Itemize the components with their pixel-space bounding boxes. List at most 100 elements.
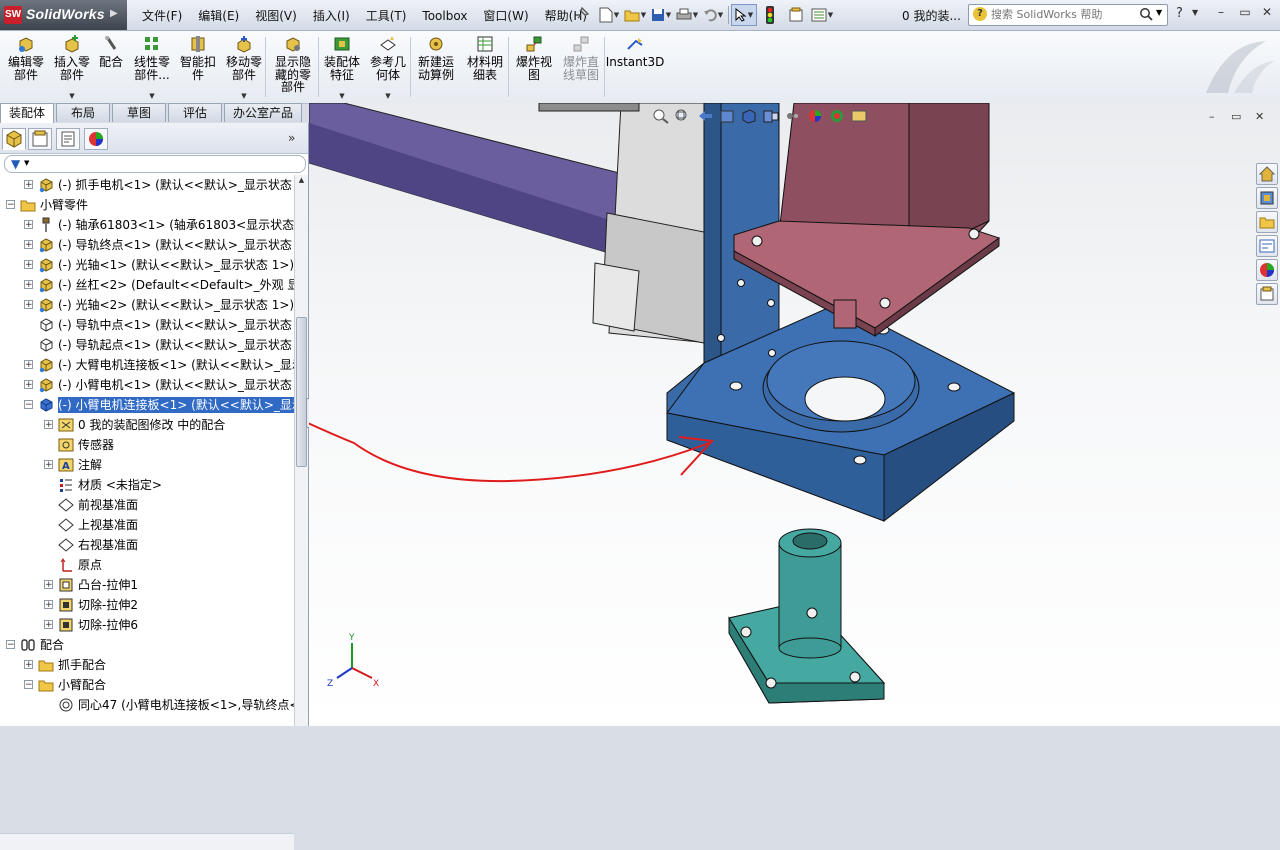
- reference-geometry-button[interactable]: 参考几 何体 ▼: [366, 33, 410, 101]
- solidworks-logo[interactable]: SW SolidWorks ▶: [0, 0, 127, 30]
- chevron-down-icon[interactable]: ▼: [69, 92, 74, 100]
- display-manager-tab[interactable]: [84, 128, 108, 150]
- help-button[interactable]: ?: [1176, 6, 1183, 21]
- collapse-icon[interactable]: −: [6, 640, 15, 650]
- appearances-tab[interactable]: [1256, 259, 1278, 281]
- chevron-down-icon[interactable]: ▼: [385, 92, 390, 100]
- tree-row[interactable]: + A 注解: [0, 455, 294, 475]
- tree-row[interactable]: − 小臂零件: [0, 195, 294, 215]
- expand-icon[interactable]: +: [24, 360, 33, 370]
- expand-icon[interactable]: +: [44, 460, 53, 470]
- property-manager-tab[interactable]: [28, 128, 52, 150]
- exploded-view-button[interactable]: 爆炸视 图: [512, 33, 556, 101]
- bom-button[interactable]: 材料明 细表: [462, 33, 508, 101]
- chevron-down-icon[interactable]: ▼: [149, 92, 154, 100]
- display-style-icon[interactable]: [762, 108, 780, 124]
- menu-item-5[interactable]: Toolbox: [414, 6, 475, 26]
- tab-1[interactable]: 布局: [56, 103, 110, 122]
- insert-components-button[interactable]: 插入零 部件 ▼: [52, 33, 92, 101]
- tree-row[interactable]: + (-) 丝杠<2> (Default<<Default>_外观 显示: [0, 275, 294, 295]
- assembly-features-button[interactable]: 装配体 特征 ▼: [320, 33, 364, 101]
- expand-icon[interactable]: +: [24, 280, 33, 290]
- pushpin-icon[interactable]: [574, 6, 590, 22]
- tree-row[interactable]: − 小臂配合: [0, 675, 294, 695]
- menu-item-6[interactable]: 窗口(W): [475, 6, 536, 26]
- custom-properties-tab[interactable]: [1256, 283, 1278, 305]
- chevron-down-icon[interactable]: ▼: [1192, 8, 1198, 17]
- tree-horizontal-scrollbar[interactable]: [0, 833, 294, 850]
- scrollbar-thumb[interactable]: [296, 317, 307, 467]
- close-button[interactable]: ✕: [1258, 5, 1276, 19]
- tree-row[interactable]: + 凸台-拉伸1: [0, 575, 294, 595]
- linear-pattern-button[interactable]: 线性零 部件... ▼: [130, 33, 174, 101]
- expand-icon[interactable]: +: [24, 260, 33, 270]
- scroll-up-icon[interactable]: ▲: [296, 176, 307, 187]
- tree-row[interactable]: 材质 <未指定>: [0, 475, 294, 495]
- expand-icon[interactable]: +: [44, 420, 53, 430]
- expand-icon[interactable]: +: [24, 220, 33, 230]
- tree-filter[interactable]: ▼ ▼: [4, 155, 306, 173]
- collapse-icon[interactable]: −: [24, 680, 33, 690]
- tree-row[interactable]: + (-) 光轴<1> (默认<<默认>_显示状态 1>): [0, 255, 294, 275]
- feature-manager-tab[interactable]: [2, 128, 26, 150]
- viewport-restore-icon[interactable]: ▭: [1231, 110, 1241, 123]
- expand-icon[interactable]: +: [24, 660, 33, 670]
- tab-4[interactable]: 办公室产品: [224, 103, 302, 122]
- save-button[interactable]: ▼: [648, 4, 674, 26]
- tree-row[interactable]: + 切除-拉伸2: [0, 595, 294, 615]
- hide-show-items-icon[interactable]: [784, 108, 802, 124]
- rebuild-button[interactable]: [757, 4, 783, 26]
- design-library-tab[interactable]: [1256, 187, 1278, 209]
- undo-button[interactable]: ▼: [700, 4, 726, 26]
- apply-scene-icon[interactable]: [828, 108, 846, 124]
- menu-item-0[interactable]: 文件(F): [134, 6, 190, 26]
- expand-icon[interactable]: +: [24, 380, 33, 390]
- expand-icon[interactable]: +: [24, 240, 33, 250]
- zoom-to-fit-icon[interactable]: [652, 108, 670, 124]
- menu-item-4[interactable]: 工具(T): [358, 6, 415, 26]
- restore-button[interactable]: ▭: [1236, 5, 1254, 19]
- tree-vertical-scrollbar[interactable]: ▲: [294, 175, 308, 726]
- expand-icon[interactable]: +: [24, 180, 33, 190]
- tree-row[interactable]: + (-) 小臂电机<1> (默认<<默认>_显示状态: [0, 375, 294, 395]
- previous-view-icon[interactable]: [696, 108, 714, 124]
- tree-row[interactable]: − 配合: [0, 635, 294, 655]
- edit-appearance-icon[interactable]: [806, 108, 824, 124]
- search-icon[interactable]: [1139, 7, 1153, 21]
- tree-row[interactable]: + (-) 轴承61803<1> (轴承61803<显示状态-: [0, 215, 294, 235]
- tree-row[interactable]: 传感器: [0, 435, 294, 455]
- expand-icon[interactable]: +: [44, 580, 53, 590]
- tree-row[interactable]: + 切除-拉伸6: [0, 615, 294, 635]
- instant3d-button[interactable]: Instant3D: [606, 33, 664, 101]
- tree-row[interactable]: 同心47 (小臂电机连接板<1>,导轨终点<: [0, 695, 294, 715]
- chevron-down-icon[interactable]: ▼: [339, 92, 344, 100]
- purple-rod[interactable]: [309, 103, 640, 254]
- chevron-down-icon[interactable]: ▼: [241, 92, 246, 100]
- menu-item-1[interactable]: 编辑(E): [190, 6, 247, 26]
- tree-row[interactable]: + (-) 光轴<2> (默认<<默认>_显示状态 1>): [0, 295, 294, 315]
- move-component-button[interactable]: 移动零 部件 ▼: [222, 33, 266, 101]
- tree-row[interactable]: +0 我的装配图修改 中的配合: [0, 415, 294, 435]
- open-button[interactable]: ▼: [622, 4, 648, 26]
- tree-row[interactable]: 前视基准面: [0, 495, 294, 515]
- collapse-icon[interactable]: −: [24, 400, 33, 410]
- expand-icon[interactable]: +: [44, 600, 53, 610]
- edit-component-button[interactable]: 编辑零 部件: [4, 33, 48, 101]
- explode-line-sketch-button[interactable]: 爆炸直 线草图: [560, 33, 602, 101]
- menu-item-3[interactable]: 插入(I): [305, 6, 358, 26]
- mate-button[interactable]: 配合: [96, 33, 126, 101]
- graphics-area[interactable]: Y X Z – ▭ ✕: [309, 103, 1280, 726]
- tree-row[interactable]: (-) 导轨起点<1> (默认<<默认>_显示状态: [0, 335, 294, 355]
- collapse-icon[interactable]: −: [6, 200, 15, 210]
- options-button[interactable]: ▼: [809, 4, 835, 26]
- expand-icon[interactable]: +: [44, 620, 53, 630]
- solidworks-resources-tab[interactable]: [1256, 163, 1278, 185]
- smart-fasteners-button[interactable]: 智能扣 件: [176, 33, 220, 101]
- tree-row[interactable]: 右视基准面: [0, 535, 294, 555]
- file-properties-button[interactable]: [783, 4, 809, 26]
- tree-row[interactable]: + (-) 抓手电机<1> (默认<<默认>_显示状态: [0, 175, 294, 195]
- viewport-minimize-icon[interactable]: –: [1209, 110, 1215, 123]
- new-document-button[interactable]: ▼: [596, 4, 622, 26]
- viewport-close-icon[interactable]: ✕: [1255, 110, 1264, 123]
- new-motion-study-button[interactable]: 新建运 动算例: [414, 33, 458, 101]
